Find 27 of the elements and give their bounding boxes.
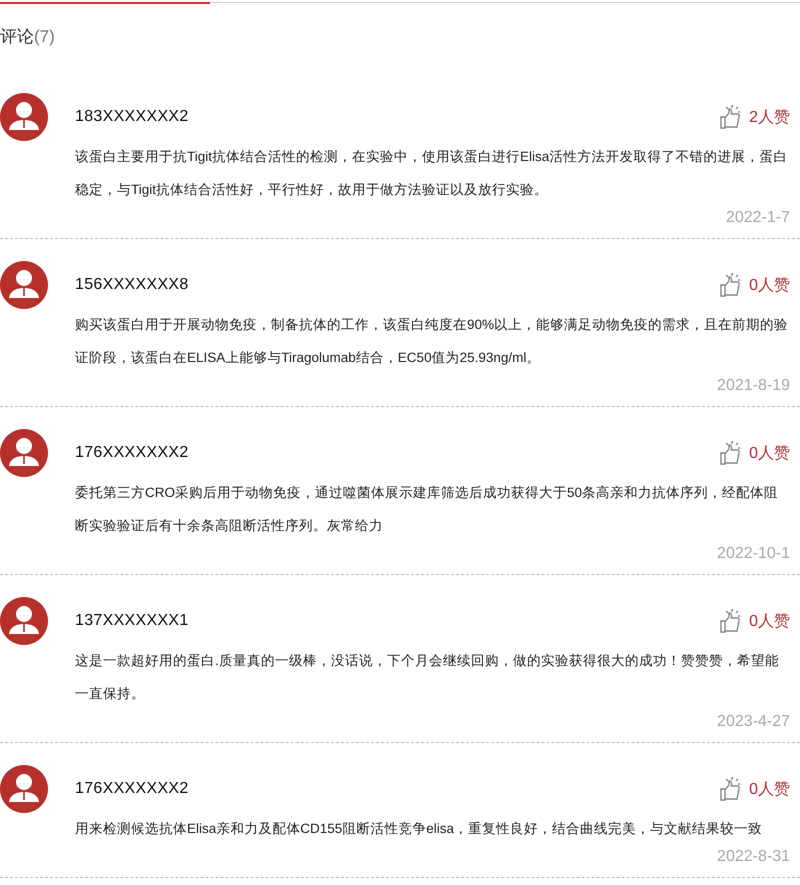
avatar-icon bbox=[0, 765, 48, 813]
like-count: 0人赞 bbox=[749, 444, 790, 464]
comment-text: 这是一款超好用的蛋白.质量真的一级棒，没话说，下个月会继续回购，做的实验获得很大的成功！赞赞赞，希望能一直保持。 bbox=[75, 652, 780, 703]
comment-date: 2023-4-27 bbox=[717, 712, 790, 732]
comment-count: (7) bbox=[34, 26, 55, 48]
username: 176XXXXXXX2 bbox=[75, 444, 189, 462]
like-count: 2人赞 bbox=[749, 108, 790, 128]
comment-text: 购买该蛋白用于开展动物免疫，制备抗体的工作，该蛋白纯度在90%以上，能够满足动物免疫的需求，且在前期的验证阶段，该蛋白在ELISA上能够与Tiragolumab结合，EC50值为25.93ng/ml。 bbox=[75, 316, 790, 367]
comment-text: 委托第三方CRO采购后用于动物免疫，通过噬菌体展示建库筛选后成功获得大于50条高亲和力抗体序列，经配体阻断实验验证后有十余条高阻断活性序列。灰常给力 bbox=[75, 484, 780, 535]
avatar-icon bbox=[0, 429, 48, 477]
comment-date: 2022-1-7 bbox=[726, 208, 790, 228]
section-title: 评论 bbox=[0, 26, 34, 48]
username: 137XXXXXXX1 bbox=[75, 612, 189, 630]
avatar-icon bbox=[0, 261, 48, 309]
like-count: 0人赞 bbox=[749, 276, 790, 296]
comment-text: 用来检测候选抗体Elisa亲和力及配体CD155阻断活性竞争elisa，重复性良好，结合曲线完美，与文献结果较一致 bbox=[75, 820, 764, 838]
like-count: 0人赞 bbox=[749, 780, 790, 800]
username: 156XXXXXXX8 bbox=[75, 276, 189, 294]
comment-date: 2021-8-19 bbox=[717, 376, 790, 396]
like-count: 0人赞 bbox=[749, 612, 790, 632]
comment-text: 该蛋白主要用于抗Tigit抗体结合活性的检测，在实验中，使用该蛋白进行Elisa活性方法开发取得了不错的进展，蛋白稳定，与Tigit抗体结合活性好，平行性好，故用于做方法验证以及放行实验。 bbox=[75, 148, 788, 199]
avatar-icon bbox=[0, 597, 48, 645]
comment-date: 2022-8-31 bbox=[717, 847, 790, 867]
comment-date: 2022-10-1 bbox=[717, 544, 790, 564]
username: 176XXXXXXX2 bbox=[75, 780, 189, 798]
avatar-icon bbox=[0, 93, 48, 141]
username: 183XXXXXXX2 bbox=[75, 108, 189, 126]
